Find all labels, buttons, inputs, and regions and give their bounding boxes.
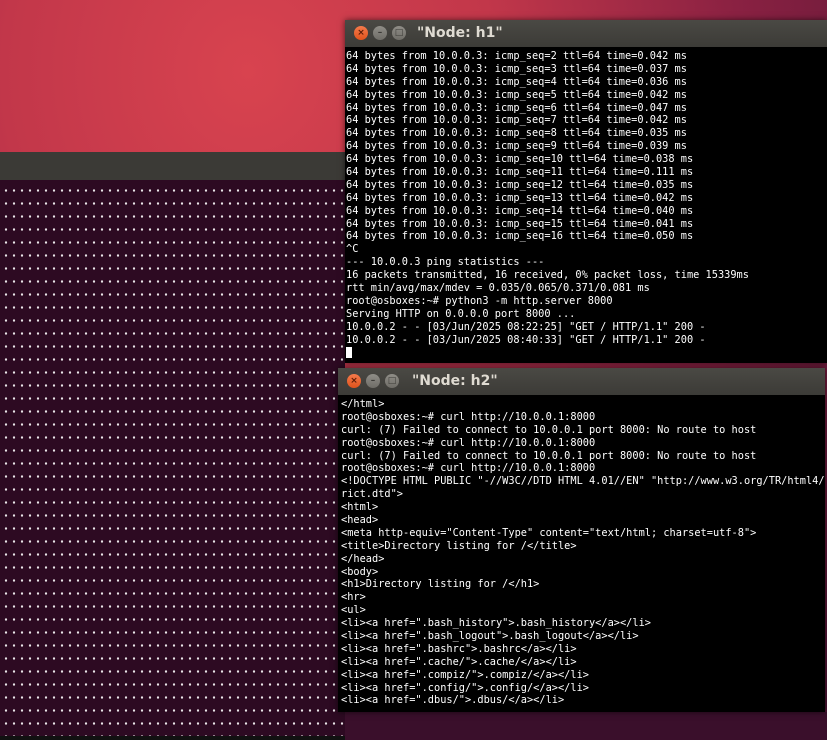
dotted-pattern xyxy=(0,180,345,740)
terminal-line: 64 bytes from 10.0.0.3: icmp_seq=3 ttl=6… xyxy=(346,62,687,75)
text-cursor xyxy=(346,346,352,358)
terminal-line: <head> xyxy=(341,514,379,527)
terminal-line: 64 bytes from 10.0.0.3: icmp_seq=12 ttl=… xyxy=(346,178,694,191)
terminal-window-h1[interactable]: × – □ "Node: h1" 64 bytes from 10.0.0.3:… xyxy=(345,20,827,363)
terminal-line: <h1>Directory listing for /</h1> xyxy=(341,578,540,591)
terminal-line: 64 bytes from 10.0.0.3: icmp_seq=6 ttl=6… xyxy=(346,101,687,114)
terminal-line: <li><a href=".dbus/">.dbus/</a></li> xyxy=(341,694,565,707)
terminal-line: root@osboxes:~# python3 -m http.server 8… xyxy=(346,294,613,307)
terminal-line: 64 bytes from 10.0.0.3: icmp_seq=13 ttl=… xyxy=(346,191,694,204)
minimize-icon[interactable]: – xyxy=(366,374,380,388)
window-title-h1: "Node: h1" xyxy=(417,25,503,41)
terminal-line: <li><a href=".config/">.config/</a></li> xyxy=(341,681,589,694)
terminal-output-h2[interactable]: </html> root@osboxes:~# curl http://10.0.… xyxy=(338,398,825,712)
terminal-line: 64 bytes from 10.0.0.3: icmp_seq=4 ttl=6… xyxy=(346,75,687,88)
terminal-line: 16 packets transmitted, 16 received, 0% … xyxy=(346,269,749,282)
close-icon[interactable]: × xyxy=(347,374,361,388)
terminal-line: Serving HTTP on 0.0.0.0 port 8000 ... xyxy=(346,307,576,320)
terminal-line: <li><a href=".cache/">.cache/</a></li> xyxy=(341,655,577,668)
terminal-line: </html> xyxy=(341,398,385,410)
terminal-line: <ul> xyxy=(341,604,366,617)
terminal-line: 64 bytes from 10.0.0.3: icmp_seq=10 ttl=… xyxy=(346,153,694,166)
terminal-output-h1[interactable]: 64 bytes from 10.0.0.3: icmp_seq=2 ttl=6… xyxy=(345,50,827,363)
terminal-line: <hr> xyxy=(341,591,366,604)
terminal-line: <li><a href=".bash_logout">.bash_logout<… xyxy=(341,630,639,643)
cursor-line xyxy=(346,346,827,359)
titlebar-h1[interactable]: × – □ "Node: h1" xyxy=(345,20,827,47)
terminal-line: <title>Directory listing for /</title> xyxy=(341,539,577,552)
terminal-line: <html> xyxy=(341,501,379,514)
window-title-h2: "Node: h2" xyxy=(412,373,498,389)
terminal-line: <meta http-equiv="Content-Type" content=… xyxy=(341,526,757,539)
terminal-line: root@osboxes:~# curl http://10.0.0.1:800… xyxy=(341,410,596,423)
terminal-line: 64 bytes from 10.0.0.3: icmp_seq=11 ttl=… xyxy=(346,166,694,179)
terminal-line: <body> xyxy=(341,565,379,578)
terminal-line: 64 bytes from 10.0.0.3: icmp_seq=9 ttl=6… xyxy=(346,140,687,153)
minimize-icon[interactable]: – xyxy=(373,26,387,40)
maximize-icon[interactable]: □ xyxy=(385,374,399,388)
terminal-line: root@osboxes:~# curl http://10.0.0.1:800… xyxy=(341,436,596,449)
terminal-line: --- 10.0.0.3 ping statistics --- xyxy=(346,256,545,269)
terminal-line: curl: (7) Failed to connect to 10.0.0.1 … xyxy=(341,449,757,462)
terminal-line: 64 bytes from 10.0.0.3: icmp_seq=2 ttl=6… xyxy=(346,50,687,62)
maximize-icon[interactable]: □ xyxy=(392,26,406,40)
terminal-line: 10.0.0.2 - - [03/Jun/2025 08:40:33] "GET… xyxy=(346,333,706,346)
close-icon[interactable]: × xyxy=(354,26,368,40)
terminal-line: 64 bytes from 10.0.0.3: icmp_seq=14 ttl=… xyxy=(346,204,694,217)
terminal-line: ^C xyxy=(346,243,359,256)
terminal-line: <li><a href=".bashrc">.bashrc</a></li> xyxy=(341,642,577,655)
terminal-line: <!DOCTYPE HTML PUBLIC "-//W3C//DTD HTML … xyxy=(341,475,825,488)
terminal-line: <li><a href=".bash_history">.bash_histor… xyxy=(341,617,651,630)
window-bottom-bar xyxy=(0,736,345,740)
titlebar-h2[interactable]: × – □ "Node: h2" xyxy=(338,368,825,395)
terminal-line: 64 bytes from 10.0.0.3: icmp_seq=16 ttl=… xyxy=(346,230,694,243)
terminal-line: 10.0.0.2 - - [03/Jun/2025 08:22:25] "GET… xyxy=(346,320,706,333)
terminal-line: <li><a href=".compiz/">.compiz/</a></li> xyxy=(341,668,589,681)
terminal-line: rtt min/avg/max/mdev = 0.035/0.065/0.371… xyxy=(346,282,650,295)
terminal-line: curl: (7) Failed to connect to 10.0.0.1 … xyxy=(341,423,757,436)
terminal-line: rict.dtd"> xyxy=(341,488,403,501)
background-dotted-window[interactable] xyxy=(0,152,345,740)
terminal-line: </head> xyxy=(341,552,385,565)
terminal-line: 64 bytes from 10.0.0.3: icmp_seq=5 ttl=6… xyxy=(346,88,687,101)
terminal-window-h2[interactable]: × – □ "Node: h2" </html> root@osboxes:~# … xyxy=(338,368,825,712)
terminal-line: 64 bytes from 10.0.0.3: icmp_seq=7 ttl=6… xyxy=(346,114,687,127)
terminal-line: root@osboxes:~# curl http://10.0.0.1:800… xyxy=(341,462,596,475)
terminal-line: 64 bytes from 10.0.0.3: icmp_seq=8 ttl=6… xyxy=(346,127,687,140)
terminal-line: 64 bytes from 10.0.0.3: icmp_seq=15 ttl=… xyxy=(346,217,694,230)
